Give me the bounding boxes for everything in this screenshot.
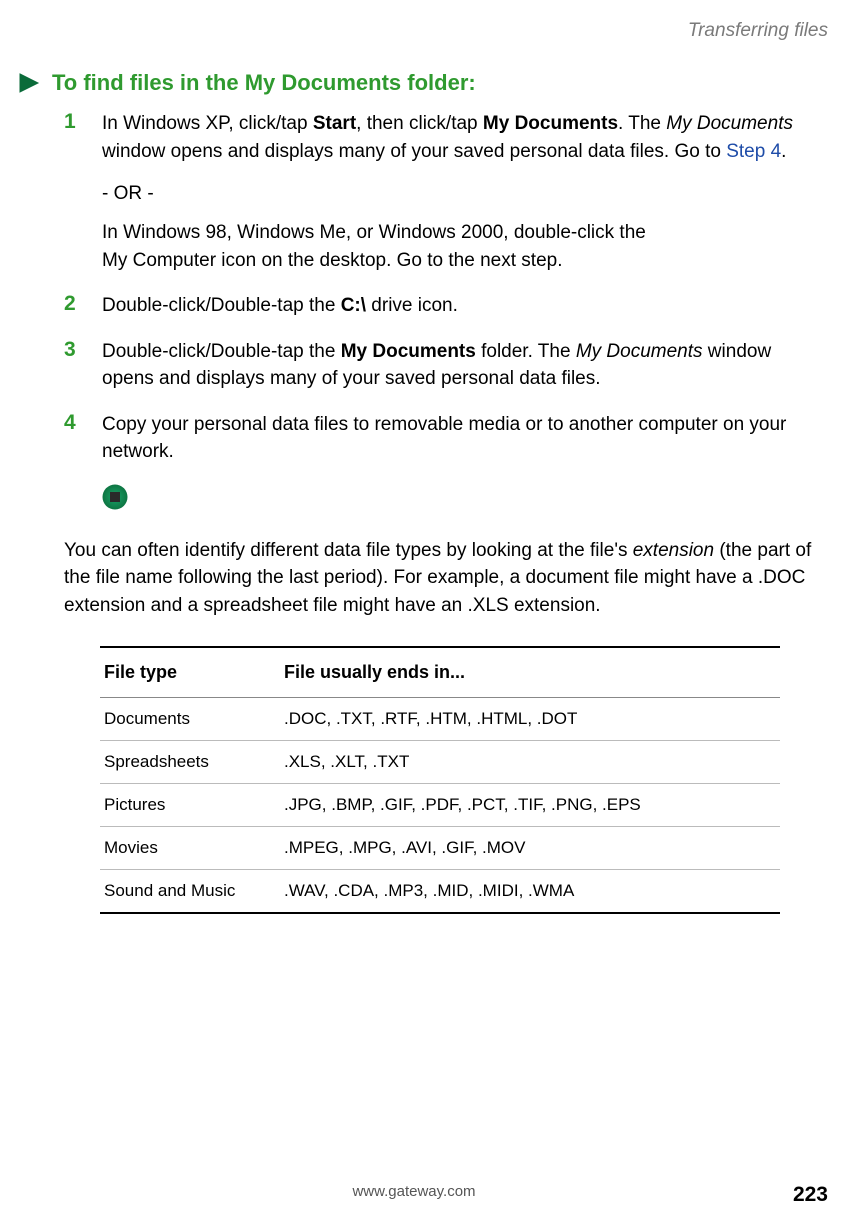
step-number: 2 xyxy=(64,292,84,320)
text: In Windows 98, Windows Me, or Windows 20… xyxy=(102,222,646,243)
step-number: 3 xyxy=(64,338,84,393)
content-block: 1 In Windows XP, click/tap Start, then c… xyxy=(64,110,828,515)
cell-extensions: .WAV, .CDA, .MP3, .MID, .MIDI, .WMA xyxy=(280,869,780,913)
text: You can often identify different data fi… xyxy=(64,540,633,561)
cell-extensions: .XLS, .XLT, .TXT xyxy=(280,740,780,783)
table-header-row: File type File usually ends in... xyxy=(100,647,780,698)
play-arrow-icon xyxy=(18,73,40,93)
body-paragraph: You can often identify different data fi… xyxy=(64,537,828,620)
term-extension: extension xyxy=(633,540,714,561)
running-header: Transferring files xyxy=(20,20,828,42)
step-body: In Windows XP, click/tap Start, then cli… xyxy=(102,110,828,165)
text: . The xyxy=(618,113,666,134)
cell-filetype: Pictures xyxy=(100,783,280,826)
text: drive icon. xyxy=(366,295,458,316)
step-number: 1 xyxy=(64,110,84,165)
cell-filetype: Spreadsheets xyxy=(100,740,280,783)
file-extensions-table: File type File usually ends in... Docume… xyxy=(100,646,780,914)
section-heading: To find files in the My Documents folder… xyxy=(52,70,476,96)
page-footer: www.gateway.com 223 xyxy=(0,1183,828,1207)
footer-url: www.gateway.com xyxy=(0,1183,828,1200)
step-2: 2 Double-click/Double-tap the C:\ drive … xyxy=(64,292,828,320)
text: , then click/tap xyxy=(356,113,483,134)
table-header-filetype: File type xyxy=(100,647,280,698)
table-row: Movies .MPEG, .MPG, .AVI, .GIF, .MOV xyxy=(100,826,780,869)
cell-extensions: .MPEG, .MPG, .AVI, .GIF, .MOV xyxy=(280,826,780,869)
drive-label: C:\ xyxy=(341,295,366,316)
table-row: Spreadsheets .XLS, .XLT, .TXT xyxy=(100,740,780,783)
window-name: My Documents xyxy=(666,113,793,134)
ui-label-my-documents: My Documents xyxy=(341,341,476,362)
ui-label-my-documents: My Documents xyxy=(483,113,618,134)
text: Copy your personal data files to removab… xyxy=(102,414,786,463)
step-4: 4 Copy your personal data files to remov… xyxy=(64,411,828,466)
table-row: Pictures .JPG, .BMP, .GIF, .PDF, .PCT, .… xyxy=(100,783,780,826)
step-3: 3 Double-click/Double-tap the My Documen… xyxy=(64,338,828,393)
window-name: My Documents xyxy=(576,341,703,362)
text: window opens and displays many of your s… xyxy=(102,141,726,162)
end-of-steps-icon xyxy=(102,484,828,515)
text: Double-click/Double-tap the xyxy=(102,295,341,316)
step-body: Double-click/Double-tap the C:\ drive ic… xyxy=(102,292,828,320)
step-body: Copy your personal data files to removab… xyxy=(102,411,828,466)
step-1-alt: In Windows 98, Windows Me, or Windows 20… xyxy=(102,219,828,274)
text: In Windows XP, click/tap xyxy=(102,113,313,134)
text: folder. The xyxy=(476,341,576,362)
step-number: 4 xyxy=(64,411,84,466)
cell-filetype: Sound and Music xyxy=(100,869,280,913)
text: icon on the desktop. Go to the next step… xyxy=(216,250,562,271)
cell-extensions: .DOC, .TXT, .RTF, .HTM, .HTML, .DOT xyxy=(280,697,780,740)
cross-ref-link[interactable]: Step 4 xyxy=(726,141,781,162)
or-separator: - OR - xyxy=(102,183,828,205)
cell-filetype: Documents xyxy=(100,697,280,740)
ui-label-start: Start xyxy=(313,113,356,134)
table-row: Sound and Music .WAV, .CDA, .MP3, .MID, … xyxy=(100,869,780,913)
cell-extensions: .JPG, .BMP, .GIF, .PDF, .PCT, .TIF, .PNG… xyxy=(280,783,780,826)
table-header-extensions: File usually ends in... xyxy=(280,647,780,698)
cell-filetype: Movies xyxy=(100,826,280,869)
step-body: Double-click/Double-tap the My Documents… xyxy=(102,338,828,393)
text: . xyxy=(781,141,786,162)
text: Double-click/Double-tap the xyxy=(102,341,341,362)
step-1: 1 In Windows XP, click/tap Start, then c… xyxy=(64,110,828,165)
ui-label-my-computer: My Computer xyxy=(102,250,216,271)
table-row: Documents .DOC, .TXT, .RTF, .HTM, .HTML,… xyxy=(100,697,780,740)
